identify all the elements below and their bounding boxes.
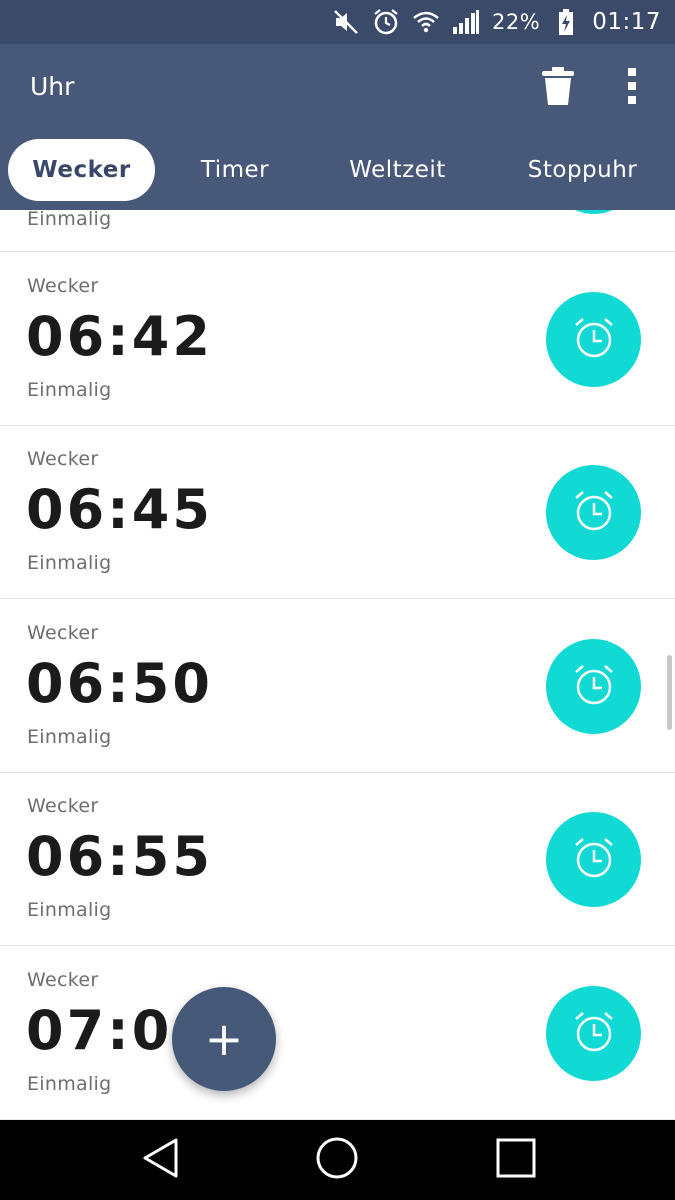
battery-percent: 22% [492, 10, 541, 34]
alarm-toggle-button[interactable] [546, 812, 641, 907]
alarm-clock-icon [570, 487, 618, 539]
more-vert-icon [626, 67, 638, 109]
alarm-repeat: Einmalig [27, 899, 112, 921]
alarm-toggle-button[interactable] [546, 465, 641, 560]
alarm-repeat: Einmalig [27, 726, 112, 748]
trash-icon [541, 66, 575, 110]
alarm-repeat: Einmalig [27, 1073, 112, 1095]
signal-icon [452, 8, 480, 36]
tab-timer[interactable]: Timer [180, 139, 290, 201]
alarm-toggle-button[interactable] [547, 210, 641, 214]
mute-icon [332, 8, 360, 36]
alarm-repeat: Einmalig [27, 552, 112, 574]
alarm-time: 06:50 [26, 652, 213, 715]
alarm-row[interactable]: Wecker 06:55 Einmalig [0, 773, 675, 946]
alarm-clock-icon [570, 1008, 618, 1060]
alarm-time: 06:45 [26, 478, 213, 541]
status-clock: 01:17 [592, 9, 661, 35]
alarm-label: Wecker [27, 622, 99, 644]
overflow-menu-button[interactable] [610, 64, 654, 112]
app-bar: Uhr Wecker Timer Weltzeit Stoppuhr [0, 44, 675, 210]
home-button[interactable] [312, 1135, 362, 1185]
alarm-row[interactable]: Wecker 06:42 Einmalig [0, 253, 675, 426]
alarm-toggle-button[interactable] [546, 986, 641, 1081]
recent-square-icon [495, 1137, 537, 1183]
app-title: Uhr [30, 72, 75, 101]
back-triangle-icon [140, 1137, 180, 1183]
alarm-repeat: Einmalig [27, 379, 112, 401]
alarm-label: Wecker [27, 275, 99, 297]
alarm-row[interactable]: Wecker 06:50 Einmalig [0, 600, 675, 773]
alarm-clock-icon [570, 834, 618, 886]
alarm-row[interactable]: Wecker 07:00 Einmalig [0, 947, 675, 1120]
alarm-time: 06:55 [26, 825, 213, 888]
alarm-label: Wecker [27, 969, 99, 991]
add-alarm-button[interactable]: + [172, 987, 276, 1091]
alarm-label: Wecker [27, 448, 99, 470]
alarm-time: 06:42 [26, 305, 213, 368]
alarm-icon [372, 8, 400, 36]
alarm-toggle-button[interactable] [546, 292, 641, 387]
alarm-clock-icon [570, 314, 618, 366]
alarm-row-partial[interactable]: Einmalig [0, 210, 675, 252]
alarm-row[interactable]: Wecker 06:45 Einmalig [0, 426, 675, 599]
status-bar: 22% 01:17 [0, 0, 675, 44]
battery-charging-icon [552, 8, 580, 36]
tab-weltzeit[interactable]: Weltzeit [330, 139, 465, 201]
wifi-icon [412, 8, 440, 36]
alarm-label: Wecker [27, 795, 99, 817]
alarm-clock-icon [570, 661, 618, 713]
alarm-toggle-button[interactable] [546, 639, 641, 734]
back-button[interactable] [135, 1135, 185, 1185]
recent-apps-button[interactable] [491, 1135, 541, 1185]
system-nav-bar [0, 1120, 675, 1200]
tab-stoppuhr[interactable]: Stoppuhr [510, 139, 655, 201]
alarm-repeat: Einmalig [27, 210, 112, 230]
tab-wecker[interactable]: Wecker [8, 139, 155, 201]
scrollbar[interactable] [667, 655, 672, 730]
delete-button[interactable] [536, 64, 580, 112]
alarm-list[interactable]: Einmalig Wecker 06:42 Einmalig Wecker 06… [0, 210, 675, 1120]
tab-bar: Wecker Timer Weltzeit Stoppuhr [0, 139, 675, 201]
home-circle-icon [315, 1136, 359, 1184]
